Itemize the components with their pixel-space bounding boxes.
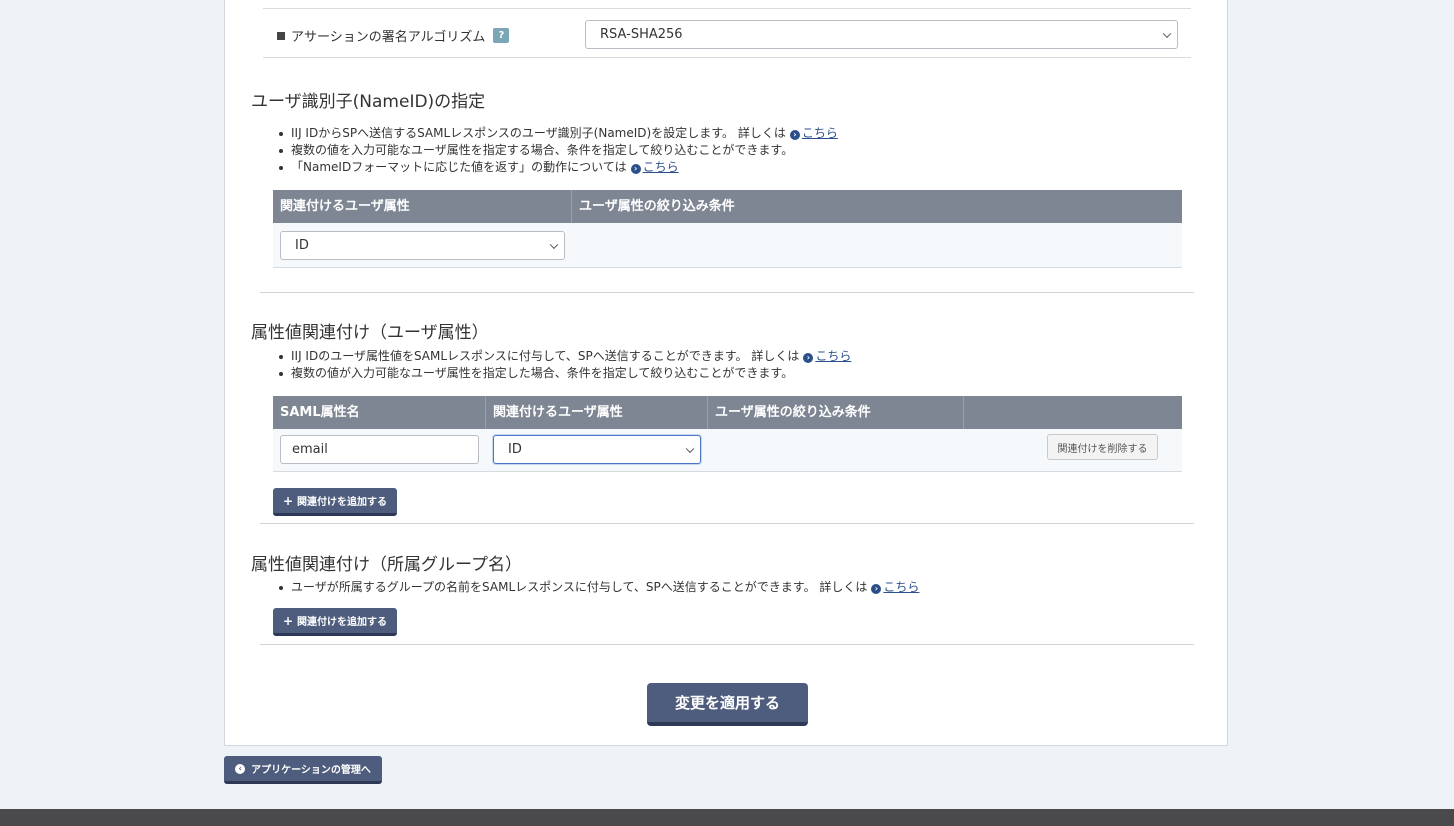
list-item: IIJ IDからSPへ送信するSAMLレスポンスのユーザ識別子(NameID)を… (279, 125, 838, 142)
page-footer (0, 809, 1454, 826)
signature-algorithm-value: RSA-SHA256 (600, 27, 683, 42)
square-bullet-icon (277, 31, 285, 40)
column-header: ユーザ属性の絞り込み条件 (708, 396, 964, 429)
settings-panel: アサーションの署名アルゴリズム ? RSA-SHA256 ユーザ識別子(Name… (224, 0, 1228, 746)
signature-algorithm-label: アサーションの署名アルゴリズム (291, 30, 486, 45)
signature-algorithm-select[interactable]: RSA-SHA256 (585, 20, 1178, 49)
arrow-circle-right-icon: › (630, 164, 641, 174)
column-header: 関連付けるユーザ属性 (486, 396, 708, 429)
list-item: 「NameIDフォーマットに応じた値を返す」の動作については › こちら (279, 159, 838, 176)
signature-algorithm-label-wrap: アサーションの署名アルゴリズム ? (277, 26, 510, 45)
apply-changes-button[interactable]: 変更を適用する (647, 683, 808, 726)
arrow-circle-right-icon: › (871, 584, 882, 594)
user-attribute-select[interactable]: ID (493, 435, 701, 464)
plus-icon: + (282, 613, 294, 628)
user-attribute-value: ID (508, 442, 522, 457)
arrow-circle-left-icon: ‹ (235, 763, 246, 774)
table-header: SAML属性名 関連付けるユーザ属性 ユーザ属性の絞り込み条件 (273, 396, 1182, 429)
back-to-applications-button[interactable]: ‹ アプリケーションの管理へ (224, 756, 382, 784)
arrow-circle-right-icon: › (803, 353, 814, 363)
list-item: IIJ IDのユーザ属性値をSAMLレスポンスに付与して、SPへ送信することがで… (279, 348, 851, 365)
group-attr-bullets: ユーザが所属するグループの名前をSAMLレスポンスに付与して、SPへ送信すること… (279, 579, 919, 596)
list-item: 複数の値が入力可能なユーザ属性を指定した場合、条件を指定して絞り込むことができま… (279, 365, 851, 382)
nameid-attribute-value: ID (295, 238, 309, 253)
table-header: 関連付けるユーザ属性 ユーザ属性の絞り込み条件 (273, 190, 1182, 223)
column-header: ユーザ属性の絞り込み条件 (579, 199, 735, 214)
details-link[interactable]: › こちら (630, 160, 679, 174)
section-divider (260, 523, 1194, 524)
list-item: ユーザが所属するグループの名前をSAMLレスポンスに付与して、SPへ送信すること… (279, 579, 919, 596)
section-divider (260, 644, 1194, 645)
nameid-attribute-select[interactable]: ID (280, 231, 565, 260)
help-icon[interactable]: ? (493, 28, 510, 43)
add-association-button[interactable]: + 関連付けを追加する (273, 488, 397, 516)
user-attr-table: SAML属性名 関連付けるユーザ属性 ユーザ属性の絞り込み条件 email ID… (273, 396, 1182, 472)
user-attr-bullets: IIJ IDのユーザ属性値をSAMLレスポンスに付与して、SPへ送信することがで… (279, 348, 851, 382)
nameid-table: 関連付けるユーザ属性 ユーザ属性の絞り込み条件 ID (273, 190, 1182, 268)
details-link[interactable]: › こちら (871, 580, 919, 594)
signature-algorithm-row: アサーションの署名アルゴリズム ? RSA-SHA256 (263, 8, 1191, 58)
column-header (964, 396, 1182, 429)
delete-association-button[interactable]: 関連付けを削除する (1047, 434, 1158, 460)
column-header: 関連付けるユーザ属性 (273, 190, 572, 223)
column-header: SAML属性名 (273, 396, 486, 429)
saml-attribute-name-input[interactable]: email (280, 435, 479, 464)
table-row: ID (273, 223, 1182, 268)
nameid-bullets: IIJ IDからSPへ送信するSAMLレスポンスのユーザ識別子(NameID)を… (279, 125, 838, 176)
details-link[interactable]: › こちら (803, 349, 851, 363)
group-attr-section-title: 属性値関連付け（所属グループ名） (251, 555, 522, 575)
table-row: email ID 関連付けを削除する (273, 429, 1182, 472)
details-link[interactable]: › こちら (789, 126, 838, 140)
user-attr-section-title: 属性値関連付け（ユーザ属性） (251, 323, 489, 343)
add-group-association-button[interactable]: + 関連付けを追加する (273, 608, 397, 636)
arrow-circle-right-icon: › (789, 130, 800, 140)
nameid-section-title: ユーザ識別子(NameID)の指定 (251, 92, 486, 112)
list-item: 複数の値を入力可能なユーザ属性を指定する場合、条件を指定して絞り込むことができま… (279, 142, 838, 159)
plus-icon: + (282, 493, 294, 508)
section-divider (260, 292, 1194, 293)
chevron-down-icon (1162, 29, 1172, 38)
chevron-down-icon (685, 444, 695, 453)
chevron-down-icon (549, 240, 559, 249)
